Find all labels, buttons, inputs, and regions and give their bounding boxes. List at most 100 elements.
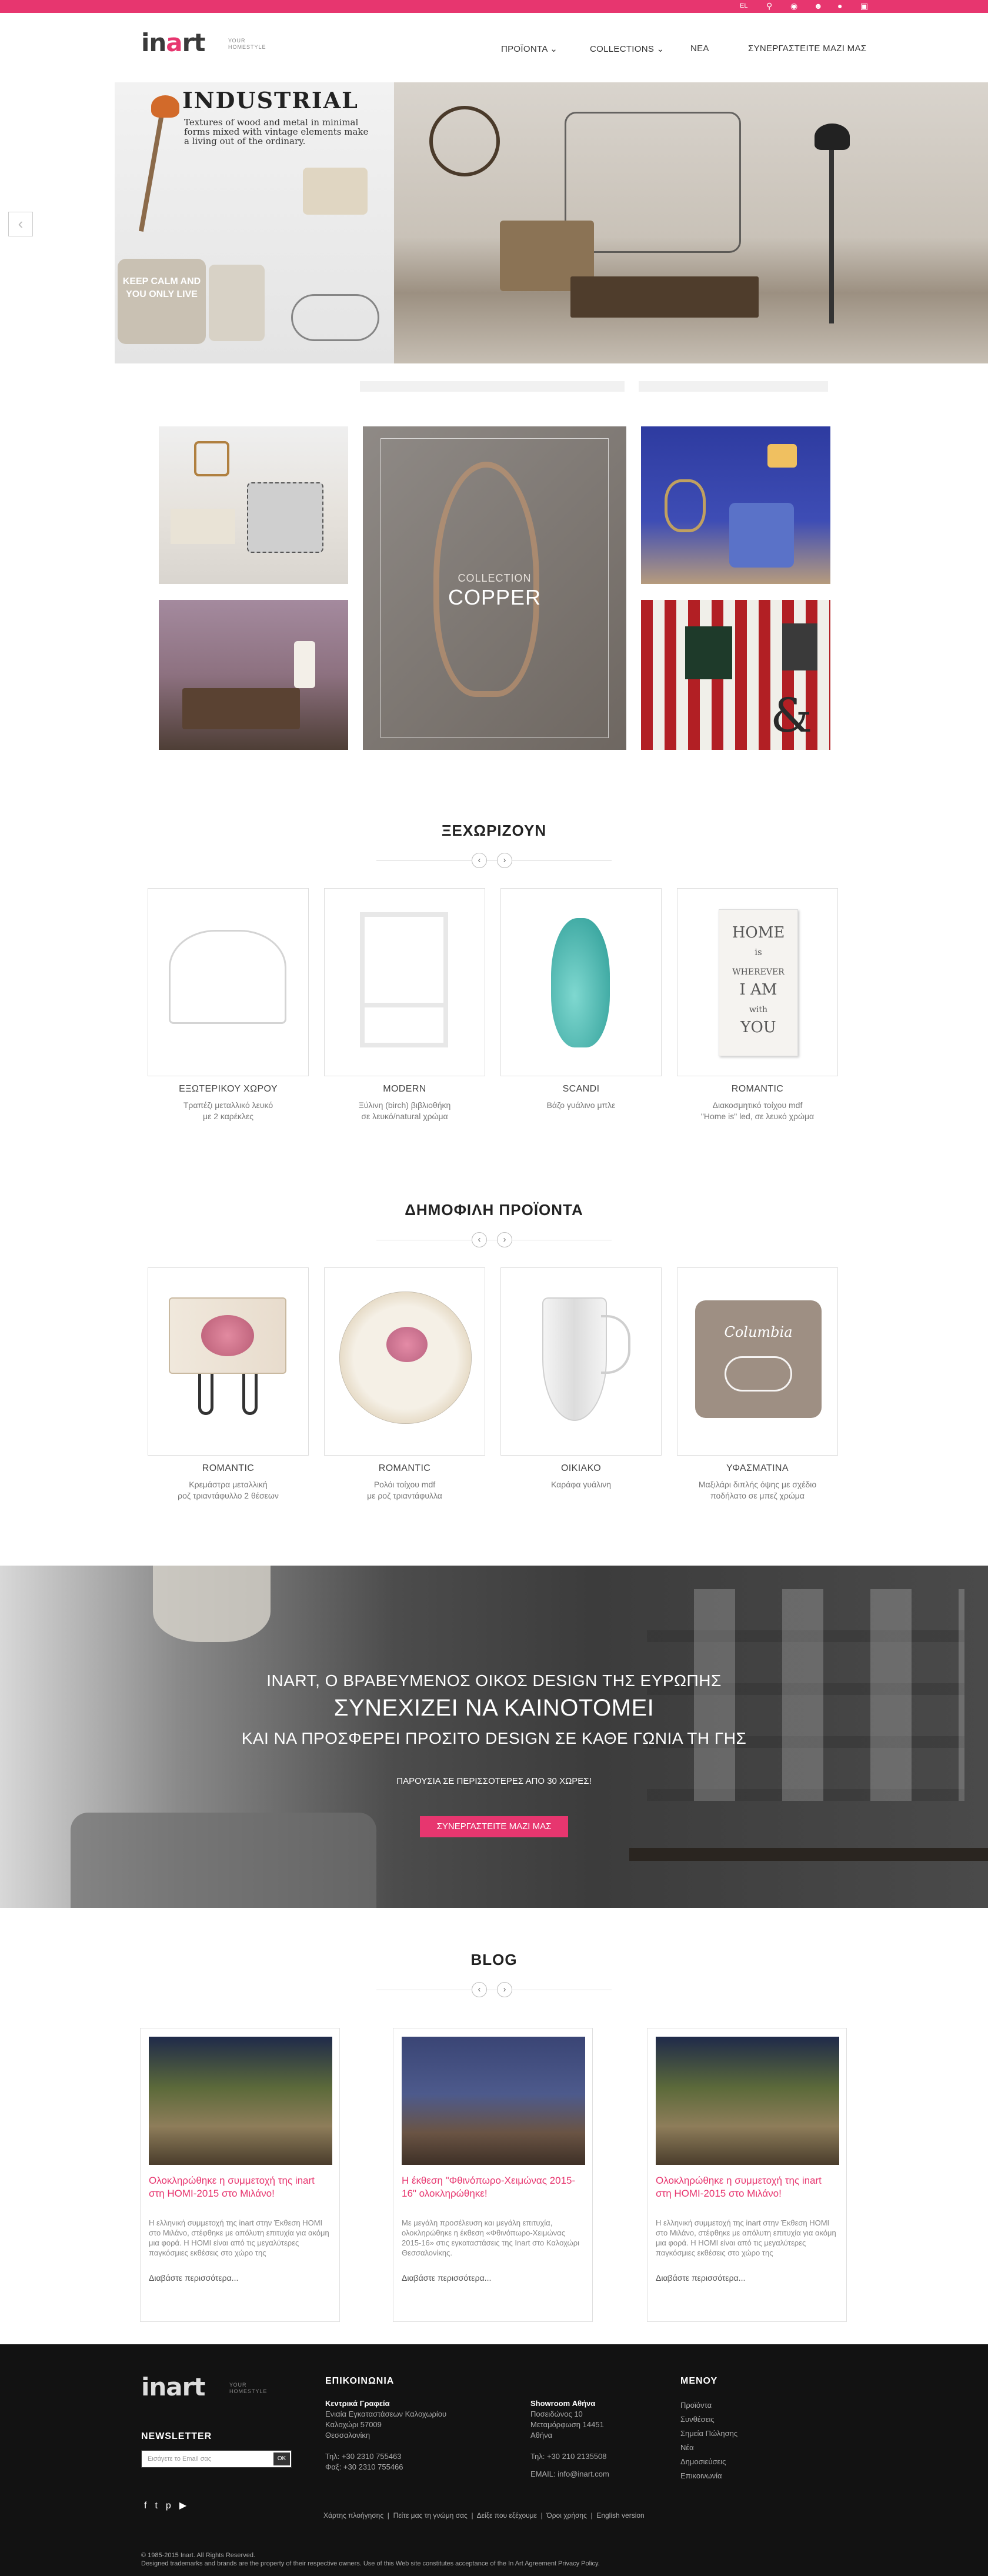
promo-banner: INART, Ο ΒΡΑΒΕΥΜΕΝΟΣ ΟΙΚΟΣ DESIGN ΤΗΣ ΕΥ… — [0, 1566, 988, 1908]
lamp-image — [138, 103, 166, 232]
hook-right-image — [242, 1374, 258, 1415]
nav-cooperate[interactable]: ΣΥΝΕΡΓΑΣΤΕΙΤΕ ΜΑΖΙ ΜΑΣ — [748, 44, 866, 54]
popular-card-2[interactable] — [324, 1267, 485, 1456]
contact-title: ΕΠΙΚΟΙΝΩΝΙΑ — [325, 2376, 395, 2386]
collection-tile-blue[interactable] — [641, 426, 830, 584]
banner-cooperate-button[interactable]: ΣΥΝΕΡΓΑΣΤΕΙΤΕ ΜΑΖΙ ΜΑΣ — [420, 1816, 568, 1837]
twitter-icon[interactable]: t — [155, 2501, 165, 2511]
footer-links: Χάρτης πλοήγησης | Πείτε μας τη γνώμη σα… — [323, 2511, 645, 2520]
side-table-image — [171, 509, 235, 544]
popular-card-4[interactable]: Columbia — [677, 1267, 838, 1456]
nav-collections[interactable]: COLLECTIONS ⌄ — [590, 44, 665, 54]
collection-tile-romantic[interactable] — [159, 600, 348, 750]
cart-icon[interactable]: ▣ — [860, 1, 868, 11]
bike-pillow-text: Columbia — [724, 1324, 793, 1340]
popular-prev-button[interactable]: ‹ — [472, 1232, 487, 1247]
bistro-set-image — [169, 930, 286, 1024]
blog-image-1 — [149, 2037, 332, 2165]
lamp3-image — [767, 444, 797, 468]
footer-menu-item[interactable]: Επικοινωνία — [680, 2469, 737, 2483]
hook-left-image — [198, 1374, 213, 1415]
vintage-sign-image — [782, 623, 817, 670]
nav-news[interactable]: ΝΕΑ — [690, 44, 709, 54]
blog-read-more-1[interactable]: Διαβάστε περισσότερα... — [149, 2273, 238, 2283]
footer-menu-item[interactable]: Δημοσιεύσεις — [680, 2455, 737, 2469]
featured-card-3[interactable] — [500, 888, 662, 1076]
featured-card-4[interactable]: HOME is WHEREVER I AM with YOU — [677, 888, 838, 1076]
featured-pager-line — [376, 860, 612, 861]
slider-prev-button[interactable]: ‹ — [8, 212, 33, 236]
logo[interactable]: inart — [141, 28, 205, 57]
popular-card-1[interactable] — [148, 1267, 309, 1456]
home-sign-text: HOME is WHEREVER I AM with YOU — [732, 924, 785, 1036]
wall-clock-image — [429, 106, 500, 176]
blog-post-title-2[interactable]: Η έκθεση "Φθινόπωρο-Χειμώνας 2015-16" ολ… — [402, 2174, 585, 2200]
site-header: inart ΥΟUR HOMESTYLE ΠΡΟΪΟΝΤΑ ⌄ COLLECTI… — [0, 13, 988, 82]
slider-indicator-2[interactable] — [639, 381, 828, 392]
featured-card-2[interactable] — [324, 888, 485, 1076]
collection-tile-vintage[interactable]: & — [641, 600, 830, 750]
footer-link-sitemap[interactable]: Χάρτης πλοήγησης — [323, 2511, 383, 2520]
blog-card-2[interactable]: Η έκθεση "Φθινόπωρο-Χειμώνας 2015-16" ολ… — [393, 2028, 593, 2322]
footer-link-terms[interactable]: Όροι χρήσης — [546, 2511, 586, 2520]
blog-read-more-2[interactable]: Διαβάστε περισσότερα... — [402, 2273, 491, 2283]
featured-caption-4: ROMANTIC Διακοσμητικό τοίχου mdf "Home is"… — [700, 1084, 815, 1121]
banner-lamp-image — [153, 1566, 271, 1642]
lock-icon[interactable]: ● — [837, 1, 842, 11]
hero-slider[interactable]: INDUSTRIAL Textures of wood and metal in… — [115, 82, 988, 363]
table-image — [570, 276, 759, 318]
footer-email[interactable]: EMAIL: info@inart.com — [530, 2469, 609, 2480]
lamp2-head-image — [815, 124, 850, 150]
slide-text: Textures of wood and metal in minimal fo… — [184, 117, 369, 146]
blog-next-button[interactable]: › — [497, 1982, 512, 1997]
newsletter-submit-button[interactable]: OK — [273, 2452, 290, 2465]
facebook-icon[interactable]: f — [144, 2501, 155, 2511]
location-icon[interactable]: ◉ — [790, 1, 797, 11]
blog-excerpt-3: Η ελληνική συμμετοχή της inart στην Έκθε… — [656, 2218, 836, 2257]
featured-caption-2: MODERN Ξύλινη (birch) βιβλιοθήκη σε λευκό/… — [358, 1084, 451, 1121]
footer-link-show[interactable]: Δείξε που εξέχουμε — [477, 2511, 537, 2520]
footer-logo[interactable]: inart — [141, 2373, 205, 2401]
blog-post-title-1[interactable]: Ολοκληρώθηκε η συμμετοχή της inart στη H… — [149, 2174, 332, 2200]
blog-read-more-3[interactable]: Διαβάστε περισσότερα... — [656, 2273, 745, 2283]
footer-menu-item[interactable]: Σημεία Πώλησης — [680, 2427, 737, 2441]
footer-link-english[interactable]: English version — [596, 2511, 644, 2520]
blog-prev-button[interactable]: ‹ — [472, 1982, 487, 1997]
featured-caption-1: ΕΞΩΤΕΡΙΚΟΥ ΧΩΡΟΥ Τραπέζι μεταλλικό λευκό μ… — [179, 1084, 278, 1121]
blog-title: BLOG — [470, 1951, 518, 1968]
search-icon[interactable]: ⚲ — [766, 1, 772, 11]
footer-menu-item[interactable]: Νέα — [680, 2441, 737, 2455]
popular-card-3[interactable] — [500, 1267, 662, 1456]
banner-line3: ΚΑΙ ΝΑ ΠΡΟΣΦΕΡΕΙ ΠΡΟΣΙΤΟ DESIGN ΣΕ ΚΑΘΕ … — [241, 1729, 747, 1747]
language-selector[interactable]: EL — [740, 2, 747, 9]
collection-tile-copper[interactable]: COLLECTION COPPER — [363, 426, 626, 750]
pillow2-image — [209, 265, 265, 341]
featured-card-1[interactable] — [148, 888, 309, 1076]
footer-menu-item[interactable]: Προϊόντα — [680, 2398, 737, 2413]
blog-excerpt-1: Η ελληνική συμμετοχή της inart στην Έκθε… — [149, 2218, 329, 2257]
popular-next-button[interactable]: › — [497, 1232, 512, 1247]
featured-prev-button[interactable]: ‹ — [472, 853, 487, 868]
showroom-address: Showroom Αθήνα Ποσειδώνος 10 Μεταμόρφωση… — [530, 2399, 609, 2480]
youtube-icon[interactable]: ▶ — [179, 2501, 195, 2511]
footer-link-feedback[interactable]: Πείτε μας τη γνώμη σας — [393, 2511, 468, 2520]
featured-title: ΞΕΧΩΡΙΖΟΥΝ — [441, 822, 547, 839]
blog-card-1[interactable]: Ολοκληρώθηκε η συμμετοχή της inart στη H… — [140, 2028, 340, 2322]
featured-next-button[interactable]: › — [497, 853, 512, 868]
nav-products[interactable]: ΠΡΟΪΟΝΤΑ ⌄ — [501, 44, 558, 54]
top-bar: EL ⚲ ◉ ☻ ● ▣ — [0, 0, 988, 13]
blog-image-3 — [656, 2037, 839, 2165]
banner-presence: ΠΑΡΟΥΣΙΑ ΣΕ ΠΕΡΙΣΣΟΤΕΡΕΣ ΑΠΟ 30 ΧΩΡΕΣ! — [396, 1776, 592, 1786]
user-icon[interactable]: ☻ — [814, 1, 823, 11]
collection-tile-scandi[interactable] — [159, 426, 348, 584]
footer-menu-item[interactable]: Συνθέσεις — [680, 2413, 737, 2427]
pinterest-icon[interactable]: p — [166, 2501, 179, 2511]
blog-post-title-3[interactable]: Ολοκληρώθηκε η συμμετοχή της inart στη H… — [656, 2174, 839, 2200]
slide-left-panel: INDUSTRIAL Textures of wood and metal in… — [115, 82, 394, 363]
slider-indicator-1[interactable] — [360, 381, 625, 392]
popular-caption-2: ROMANTIC Ρολόι τοίχου mdf με ροζ τριαντάφυ… — [367, 1463, 442, 1500]
mirror-image — [194, 441, 229, 476]
newsletter-input[interactable]: Εισάγετε το Email σας OK — [141, 2450, 292, 2468]
bike-model-image — [291, 294, 379, 341]
blog-card-3[interactable]: Ολοκληρώθηκε η συμμετοχή της inart στη H… — [647, 2028, 847, 2322]
